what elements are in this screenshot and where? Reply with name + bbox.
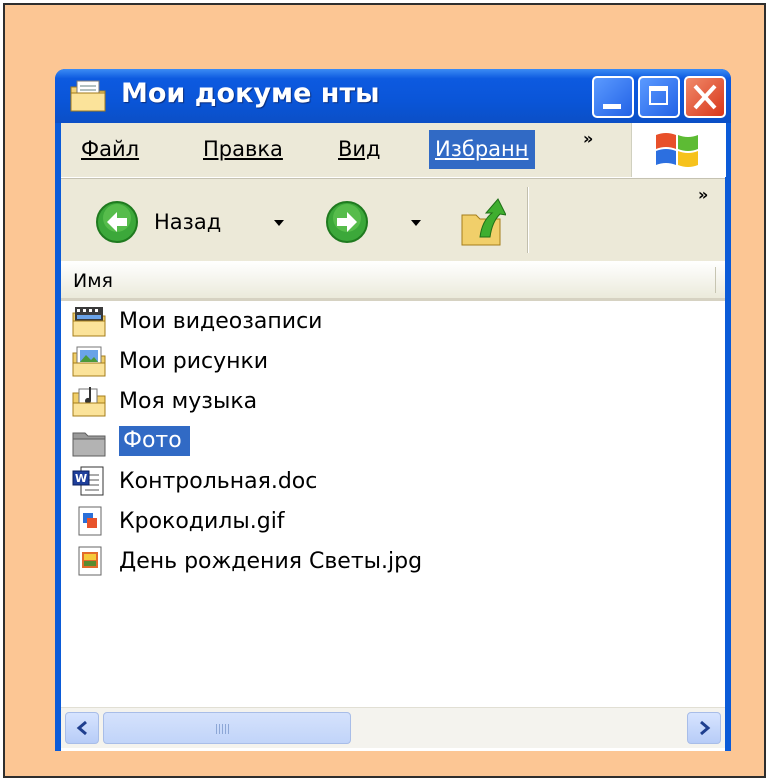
forward-arrow-icon[interactable] — [325, 200, 369, 244]
windows-logo-area — [631, 123, 726, 177]
scroll-left-button[interactable] — [65, 712, 99, 744]
list-item-label: Мои видеозаписи — [119, 309, 323, 334]
window-client-area: Файл Правка Вид Избранн » Назад » Имя Мо… — [61, 123, 726, 751]
column-divider[interactable] — [715, 267, 716, 293]
maximize-icon — [649, 86, 668, 105]
back-dropdown-icon[interactable] — [274, 220, 284, 226]
my-documents-folder-icon — [70, 80, 106, 112]
word-document-icon: W — [72, 466, 104, 496]
list-item[interactable]: День рождения Светы.jpg — [71, 545, 531, 583]
list-item-label: Контрольная.doc — [119, 469, 318, 494]
list-item[interactable]: W Контрольная.doc — [71, 465, 431, 503]
windows-logo-icon — [656, 133, 698, 167]
chevron-right-icon — [700, 720, 711, 736]
list-item[interactable]: Мои рисунки — [71, 345, 391, 383]
close-button[interactable] — [684, 76, 726, 118]
menu-file[interactable]: Файл — [81, 137, 139, 161]
scrollbar-grip — [216, 724, 230, 734]
back-arrow-icon[interactable] — [95, 200, 139, 244]
minimize-icon — [603, 104, 621, 109]
horizontal-scrollbar[interactable] — [61, 707, 725, 748]
svg-text:W: W — [75, 472, 87, 485]
menu-favorites[interactable]: Избранн — [429, 130, 535, 169]
list-item[interactable]: Крокодилы.gif — [71, 505, 391, 543]
toolbar: Назад » — [61, 178, 725, 262]
list-item-label: Мои рисунки — [119, 349, 269, 374]
chevron-left-icon — [76, 720, 87, 736]
list-item-selected[interactable]: Фото — [71, 425, 391, 463]
jpg-image-icon — [78, 546, 102, 576]
scrollbar-thumb[interactable] — [103, 712, 351, 744]
file-list-view: Имя Мои видеозаписи Мои рисунки Моя музы… — [61, 261, 725, 751]
list-item[interactable]: Мои видеозаписи — [71, 305, 391, 343]
list-item-label: Фото — [119, 426, 190, 456]
close-icon — [693, 84, 717, 110]
list-item-label: Моя музыка — [119, 389, 258, 414]
toolbar-overflow-chevron[interactable]: » — [698, 185, 708, 204]
title-bar[interactable]: Мои докуме нты — [55, 69, 731, 123]
column-header-name[interactable]: Имя — [61, 261, 725, 301]
music-folder-icon — [72, 387, 106, 417]
explorer-window: Мои докуме нты Файл Правка Вид Избранн » — [55, 69, 731, 751]
window-title: Мои докуме нты — [121, 78, 380, 109]
gif-image-icon — [78, 506, 102, 536]
list-item[interactable]: Моя музыка — [71, 385, 391, 423]
list-item-label: Крокодилы.gif — [119, 509, 285, 534]
minimize-button[interactable] — [592, 76, 634, 118]
folder-up-icon[interactable] — [458, 193, 506, 249]
maximize-button[interactable] — [638, 76, 680, 118]
menu-edit[interactable]: Правка — [203, 137, 283, 161]
scroll-right-button[interactable] — [687, 712, 721, 744]
list-item-label: День рождения Светы.jpg — [119, 549, 423, 574]
column-header-label: Имя — [73, 270, 113, 292]
folder-icon — [72, 432, 106, 457]
toolbar-separator — [527, 187, 528, 253]
video-folder-icon — [72, 307, 106, 337]
menu-bar: Файл Правка Вид Избранн » — [61, 123, 726, 178]
back-button-label[interactable]: Назад — [154, 210, 221, 234]
pictures-folder-icon — [72, 346, 106, 377]
menu-overflow-chevron[interactable]: » — [583, 129, 593, 148]
forward-dropdown-icon[interactable] — [411, 220, 421, 226]
menu-view[interactable]: Вид — [338, 137, 381, 161]
